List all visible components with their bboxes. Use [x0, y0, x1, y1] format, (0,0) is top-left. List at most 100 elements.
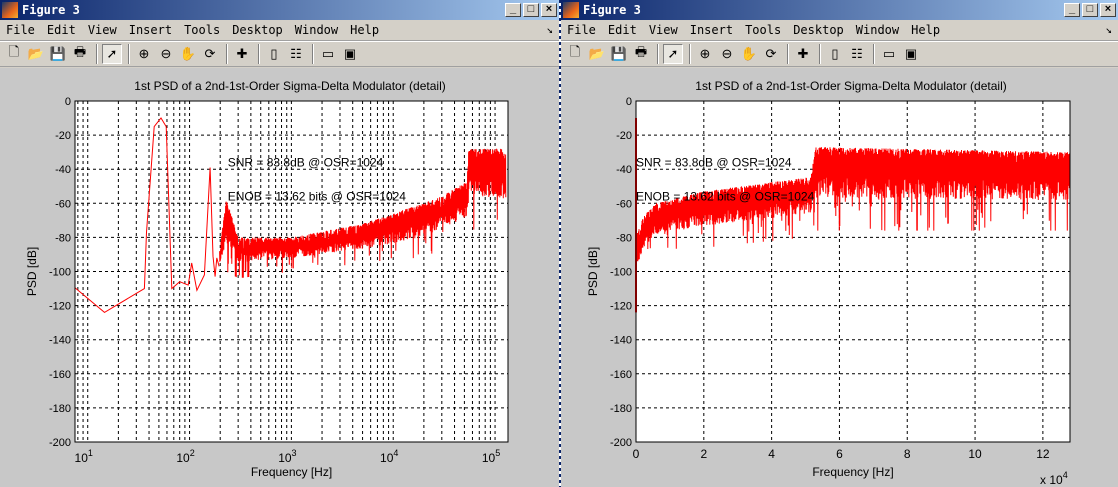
menu-insert[interactable]: Insert	[690, 23, 733, 37]
menu-help[interactable]: Help	[911, 23, 940, 37]
toolbar-separator	[258, 44, 260, 64]
menu-view[interactable]: View	[88, 23, 117, 37]
toolbar-separator	[312, 44, 314, 64]
chart-title: 1st PSD of a 2nd-1st-Order Sigma-Delta M…	[695, 79, 1006, 93]
y-tick-label: -80	[616, 232, 632, 244]
show-plot-tools-icon[interactable]: ▣	[340, 44, 360, 64]
menu-help[interactable]: Help	[350, 23, 379, 37]
pan-hand-icon[interactable]: ✋	[178, 44, 198, 64]
title-bar[interactable]: Figure 3 _ □ ×	[561, 0, 1118, 20]
y-tick-label: -100	[49, 267, 71, 279]
menu-desktop[interactable]: Desktop	[232, 23, 283, 37]
zoom-out-icon[interactable]: ⊖	[156, 44, 176, 64]
y-tick-label: -40	[616, 164, 632, 176]
x-tick-label: 4	[768, 447, 775, 461]
y-tick-label: -180	[49, 403, 71, 415]
y-tick-label: -140	[49, 335, 71, 347]
window-title: Figure 3	[583, 3, 641, 17]
y-tick-label: -120	[610, 301, 632, 313]
close-button[interactable]: ×	[541, 3, 557, 17]
minimize-button[interactable]: _	[505, 3, 521, 17]
data-cursor-icon[interactable]: ✚	[793, 44, 813, 64]
dock-arrow-icon[interactable]: ↘	[546, 23, 553, 36]
toolbar-separator	[873, 44, 875, 64]
x-tick-label: 0	[633, 447, 640, 461]
colorbar-icon[interactable]: ▯	[264, 44, 284, 64]
zoom-in-icon[interactable]: ⊕	[134, 44, 154, 64]
x-tick-label: 6	[836, 447, 843, 461]
menu-edit[interactable]: Edit	[608, 23, 637, 37]
print-icon[interactable]: 🖶	[70, 44, 90, 64]
menu-bar: File Edit View Insert Tools Desktop Window Help…	[561, 20, 1118, 41]
hide-plot-tools-icon[interactable]: ▭	[318, 44, 338, 64]
y-tick-label: -40	[55, 164, 71, 176]
y-tick-label: -60	[55, 198, 71, 210]
save-icon[interactable]: 💾	[48, 44, 68, 64]
open-folder-icon[interactable]: 📂	[26, 44, 46, 64]
legend-icon[interactable]: ☷	[847, 44, 867, 64]
new-file-icon[interactable]: 🗋	[565, 44, 585, 64]
y-tick-label: 0	[626, 96, 632, 108]
menu-tools[interactable]: Tools	[745, 23, 781, 37]
y-tick-label: -140	[610, 335, 632, 347]
y-axis-label: PSD [dB]	[25, 247, 39, 296]
x-tick-label: 10	[968, 447, 982, 461]
menu-window[interactable]: Window	[295, 23, 338, 37]
menu-edit[interactable]: Edit	[47, 23, 76, 37]
y-tick-label: -20	[55, 130, 71, 142]
figure-canvas: 0 -20 -40 -60 -80 -100 -120 -140 -160 -180 -200 101…	[0, 68, 559, 487]
zoom-out-icon[interactable]: ⊖	[717, 44, 737, 64]
new-file-icon[interactable]: 🗋	[4, 44, 24, 64]
data-cursor-icon[interactable]: ✚	[232, 44, 252, 64]
toolbar-separator	[96, 44, 98, 64]
menu-desktop[interactable]: Desktop	[793, 23, 844, 37]
figure-window-2: Figure 3 _ □ × File Edit View Insert Tools De…	[561, 0, 1118, 487]
rotate-3d-icon[interactable]: ⟳	[761, 44, 781, 64]
y-tick-label: -160	[49, 369, 71, 381]
x-tick-label: 101	[75, 448, 93, 465]
toolbar-separator	[128, 44, 130, 64]
annotation-enob: ENOB = 13.62 bits @ OSR=1024	[228, 189, 407, 203]
pointer-icon[interactable]: ➚	[102, 44, 122, 64]
save-icon[interactable]: 💾	[609, 44, 629, 64]
menu-insert[interactable]: Insert	[129, 23, 172, 37]
y-tick-label: -160	[610, 369, 632, 381]
matlab-logo-icon	[563, 2, 579, 18]
dock-arrow-icon[interactable]: ↘	[1105, 23, 1112, 36]
menu-view[interactable]: View	[649, 23, 678, 37]
maximize-button[interactable]: □	[523, 3, 539, 17]
window-title: Figure 3	[22, 3, 80, 17]
menu-tools[interactable]: Tools	[184, 23, 220, 37]
x-axis-label: Frequency [Hz]	[251, 465, 332, 479]
hide-plot-tools-icon[interactable]: ▭	[879, 44, 899, 64]
pointer-icon[interactable]: ➚	[663, 44, 683, 64]
annotation-snr: SNR = 83.8dB @ OSR=1024	[228, 155, 384, 169]
show-plot-tools-icon[interactable]: ▣	[901, 44, 921, 64]
minimize-button[interactable]: _	[1064, 3, 1080, 17]
x-axis-multiplier: x 104	[1040, 470, 1068, 487]
y-tick-label: -80	[55, 232, 71, 244]
x-tick-label: 2	[700, 447, 707, 461]
zoom-in-icon[interactable]: ⊕	[695, 44, 715, 64]
close-button[interactable]: ×	[1100, 3, 1116, 17]
psd-plot: 0-20-40-60-80-100-120-140-160-180-2000 2 4…	[586, 79, 1071, 487]
annotation-snr: SNR = 83.8dB @ OSR=1024	[636, 155, 792, 169]
rotate-3d-icon[interactable]: ⟳	[200, 44, 220, 64]
menu-file[interactable]: File	[6, 23, 35, 37]
matlab-logo-icon	[2, 2, 18, 18]
colorbar-icon[interactable]: ▯	[825, 44, 845, 64]
menu-window[interactable]: Window	[856, 23, 899, 37]
chart-title: 1st PSD of a 2nd-1st-Order Sigma-Delta M…	[134, 79, 445, 93]
menu-file[interactable]: File	[567, 23, 596, 37]
figure-canvas: 0 -20 -40 -60 -80 -100 -120 -140 -160 -180 -200 0 2 4…	[561, 68, 1118, 487]
print-icon[interactable]: 🖶	[631, 44, 651, 64]
legend-icon[interactable]: ☷	[286, 44, 306, 64]
toolbar: 🗋 📂 💾 🖶 ➚ ⊕ ⊖ ✋ ⟳ ✚ ▯ ☷ ▭ ▣	[561, 41, 1118, 67]
y-tick-label: -120	[49, 301, 71, 313]
y-tick-label: -20	[616, 130, 632, 142]
maximize-button[interactable]: □	[1082, 3, 1098, 17]
title-bar[interactable]: Figure 3 _ □ ×	[0, 0, 559, 20]
y-tick-label: -200	[49, 437, 71, 449]
open-folder-icon[interactable]: 📂	[587, 44, 607, 64]
pan-hand-icon[interactable]: ✋	[739, 44, 759, 64]
